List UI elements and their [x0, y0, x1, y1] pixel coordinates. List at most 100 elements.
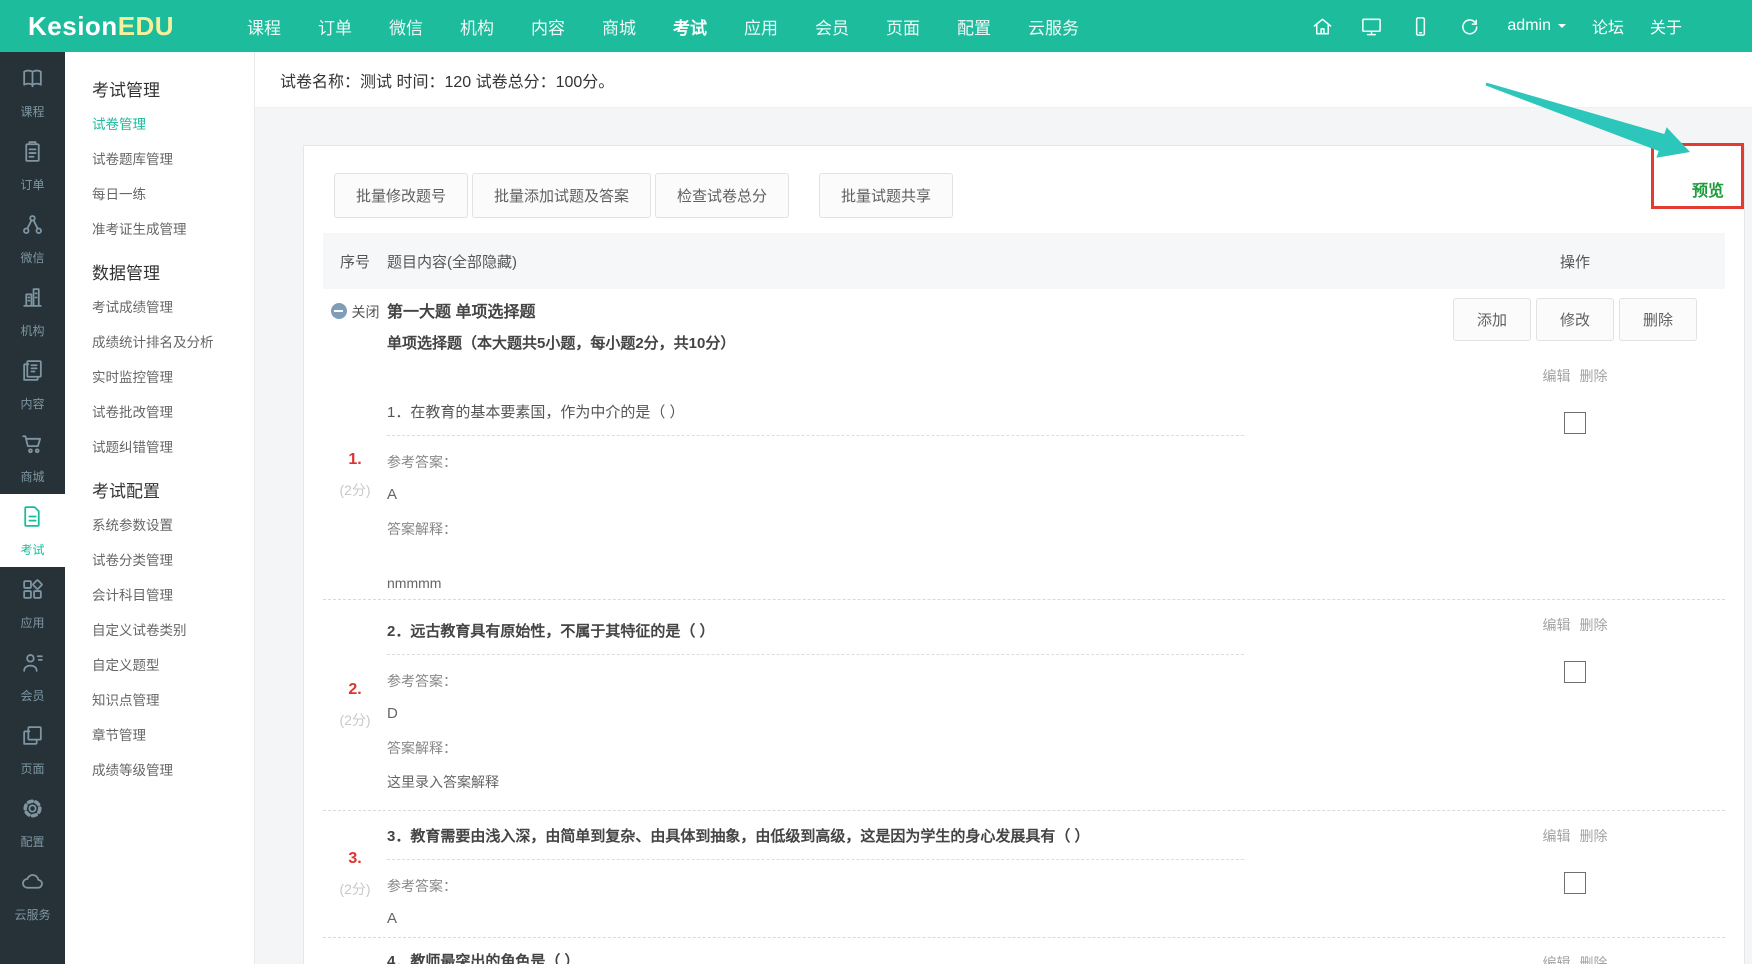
admin-menu[interactable]: admin — [1507, 17, 1566, 35]
sidebar-item-label: 页面 — [20, 760, 44, 777]
edit-link[interactable]: 编辑 — [1543, 953, 1571, 964]
submenu-item-会计科目管理[interactable]: 会计科目管理 — [92, 578, 254, 613]
sidebar-item-label: 微信 — [20, 249, 44, 266]
nav-item-应用[interactable]: 应用 — [744, 14, 778, 39]
nav-item-课程[interactable]: 课程 — [247, 14, 281, 39]
question-body: 2．远古教育具有原始性，不属于其特征的是（ ）参考答案：D答案解释：这里录入答案… — [387, 600, 1425, 810]
content-area: 预览 批量修改题号批量添加试题及答案检查试卷总分批量试题共享 序号 题目内容(全… — [255, 108, 1752, 964]
answer-label: 参考答案： — [387, 671, 1395, 691]
table-header-row: 序号 题目内容(全部隐藏) 操作 — [323, 233, 1725, 289]
group-action-修改[interactable]: 修改 — [1536, 298, 1614, 341]
brand-logo[interactable]: KesionEDU — [0, 11, 247, 42]
nav-item-配置[interactable]: 配置 — [957, 14, 991, 39]
sidebar-item-内容[interactable]: 内容 — [0, 348, 65, 421]
cart-icon — [20, 431, 45, 461]
sidebar-item-课程[interactable]: 课程 — [0, 56, 65, 129]
sidebar-item-考试[interactable]: 考试 — [0, 494, 65, 567]
sidebar-item-label: 商城 — [20, 468, 44, 485]
monitor-icon[interactable] — [1360, 15, 1383, 38]
sidebar-item-订单[interactable]: 订单 — [0, 129, 65, 202]
question-checkbox[interactable] — [1564, 661, 1586, 683]
nav-item-订单[interactable]: 订单 — [318, 14, 352, 39]
home-icon[interactable] — [1311, 15, 1334, 38]
sidebar-item-配置[interactable]: 配置 — [0, 786, 65, 859]
book-icon — [20, 66, 45, 96]
preview-link[interactable]: 预览 — [1692, 177, 1724, 201]
answer-label: 参考答案： — [387, 452, 1395, 472]
submenu-item-试卷题库管理[interactable]: 试卷题库管理 — [92, 142, 254, 177]
delete-link[interactable]: 删除 — [1580, 366, 1608, 386]
sidebar-item-页面[interactable]: 页面 — [0, 713, 65, 786]
nav-item-机构[interactable]: 机构 — [460, 14, 494, 39]
nav-item-考试[interactable]: 考试 — [673, 14, 707, 39]
answer-value: D — [387, 705, 1395, 722]
group-collapse-toggle[interactable]: 关闭 — [323, 298, 387, 353]
about-link[interactable]: 关于 — [1650, 14, 1682, 38]
nav-item-云服务[interactable]: 云服务 — [1028, 14, 1079, 39]
sidebar-item-机构[interactable]: 机构 — [0, 275, 65, 348]
nav-item-页面[interactable]: 页面 — [886, 14, 920, 39]
sidebar-item-会员[interactable]: 会员 — [0, 640, 65, 713]
sidebar-item-云服务[interactable]: 云服务 — [0, 859, 65, 932]
question-number-cell: 4. — [323, 938, 387, 964]
submenu-item-每日一练[interactable]: 每日一练 — [92, 177, 254, 212]
toolbar-button-检查试卷总分[interactable]: 检查试卷总分 — [655, 173, 789, 218]
submenu-item-试题纠错管理[interactable]: 试题纠错管理 — [92, 430, 254, 465]
edit-link[interactable]: 编辑 — [1543, 826, 1571, 846]
nav-item-会员[interactable]: 会员 — [815, 14, 849, 39]
pages-icon — [20, 723, 45, 753]
explain-label: 答案解释： — [387, 519, 1395, 539]
delete-link[interactable]: 删除 — [1580, 953, 1608, 964]
question-action-links: 编辑删除 — [1543, 366, 1608, 386]
sidebar-item-label: 配置 — [20, 833, 44, 850]
submenu-item-试卷批改管理[interactable]: 试卷批改管理 — [92, 395, 254, 430]
question-checkbox[interactable] — [1564, 412, 1586, 434]
nav-item-商城[interactable]: 商城 — [602, 14, 636, 39]
submenu-item-系统参数设置[interactable]: 系统参数设置 — [92, 508, 254, 543]
forum-link[interactable]: 论坛 — [1592, 14, 1624, 38]
submenu-item-实时监控管理[interactable]: 实时监控管理 — [92, 360, 254, 395]
delete-link[interactable]: 删除 — [1580, 615, 1608, 635]
submenu-item-试卷管理[interactable]: 试卷管理 — [92, 107, 254, 142]
edit-link[interactable]: 编辑 — [1543, 615, 1571, 635]
brand-logo-part2: EDU — [118, 11, 174, 41]
submenu-item-自定义题型[interactable]: 自定义题型 — [92, 648, 254, 683]
sidebar-item-应用[interactable]: 应用 — [0, 567, 65, 640]
submenu-item-试卷分类管理[interactable]: 试卷分类管理 — [92, 543, 254, 578]
submenu-section-title: 考试管理 — [92, 76, 254, 101]
submenu-item-自定义试卷类别[interactable]: 自定义试卷类别 — [92, 613, 254, 648]
submenu-item-考试成绩管理[interactable]: 考试成绩管理 — [92, 290, 254, 325]
nav-item-微信[interactable]: 微信 — [389, 14, 423, 39]
delete-link[interactable]: 删除 — [1580, 826, 1608, 846]
mobile-icon[interactable] — [1409, 15, 1432, 38]
share-icon — [20, 212, 45, 242]
docs-icon — [20, 358, 45, 388]
nav-item-内容[interactable]: 内容 — [531, 14, 565, 39]
edit-link[interactable]: 编辑 — [1543, 366, 1571, 386]
gear-icon — [20, 796, 45, 826]
submenu-section: 数据管理考试成绩管理成绩统计排名及分析实时监控管理试卷批改管理试题纠错管理 — [92, 259, 254, 465]
toolbar-button-批量试题共享[interactable]: 批量试题共享 — [819, 173, 953, 218]
group-action-删除[interactable]: 删除 — [1619, 298, 1697, 341]
question-action-cell: 编辑删除 — [1425, 600, 1725, 810]
brand-logo-part1: Kesion — [28, 11, 118, 41]
explain-value: 这里录入答案解释 — [387, 772, 1395, 792]
question-number-cell: 1.(2分) — [323, 351, 387, 599]
toolbar-button-批量修改题号[interactable]: 批量修改题号 — [334, 173, 468, 218]
admin-username: admin — [1507, 17, 1551, 35]
submenu-item-成绩统计排名及分析[interactable]: 成绩统计排名及分析 — [92, 325, 254, 360]
question-row: 4.4．教师最突出的角色是（ ）编辑删除 — [323, 937, 1725, 964]
submenu-item-知识点管理[interactable]: 知识点管理 — [92, 683, 254, 718]
toolbar-button-批量添加试题及答案[interactable]: 批量添加试题及答案 — [472, 173, 651, 218]
refresh-icon[interactable] — [1458, 15, 1481, 38]
question-checkbox[interactable] — [1564, 872, 1586, 894]
sidebar-item-商城[interactable]: 商城 — [0, 421, 65, 494]
submenu-item-成绩等级管理[interactable]: 成绩等级管理 — [92, 753, 254, 788]
group-action-添加[interactable]: 添加 — [1453, 298, 1531, 341]
sidebar-item-微信[interactable]: 微信 — [0, 202, 65, 275]
question-rows: 1.(2分)1．在教育的基本要素国，作为中介的是（ ）参考答案：A答案解释：nm… — [323, 351, 1725, 964]
question-action-cell: 编辑删除 — [1425, 811, 1725, 937]
submenu-item-章节管理[interactable]: 章节管理 — [92, 718, 254, 753]
submenu-item-准考证生成管理[interactable]: 准考证生成管理 — [92, 212, 254, 247]
group-subtitle: 单项选择题（本大题共5小题，每小题2分，共10分） — [387, 332, 1425, 353]
